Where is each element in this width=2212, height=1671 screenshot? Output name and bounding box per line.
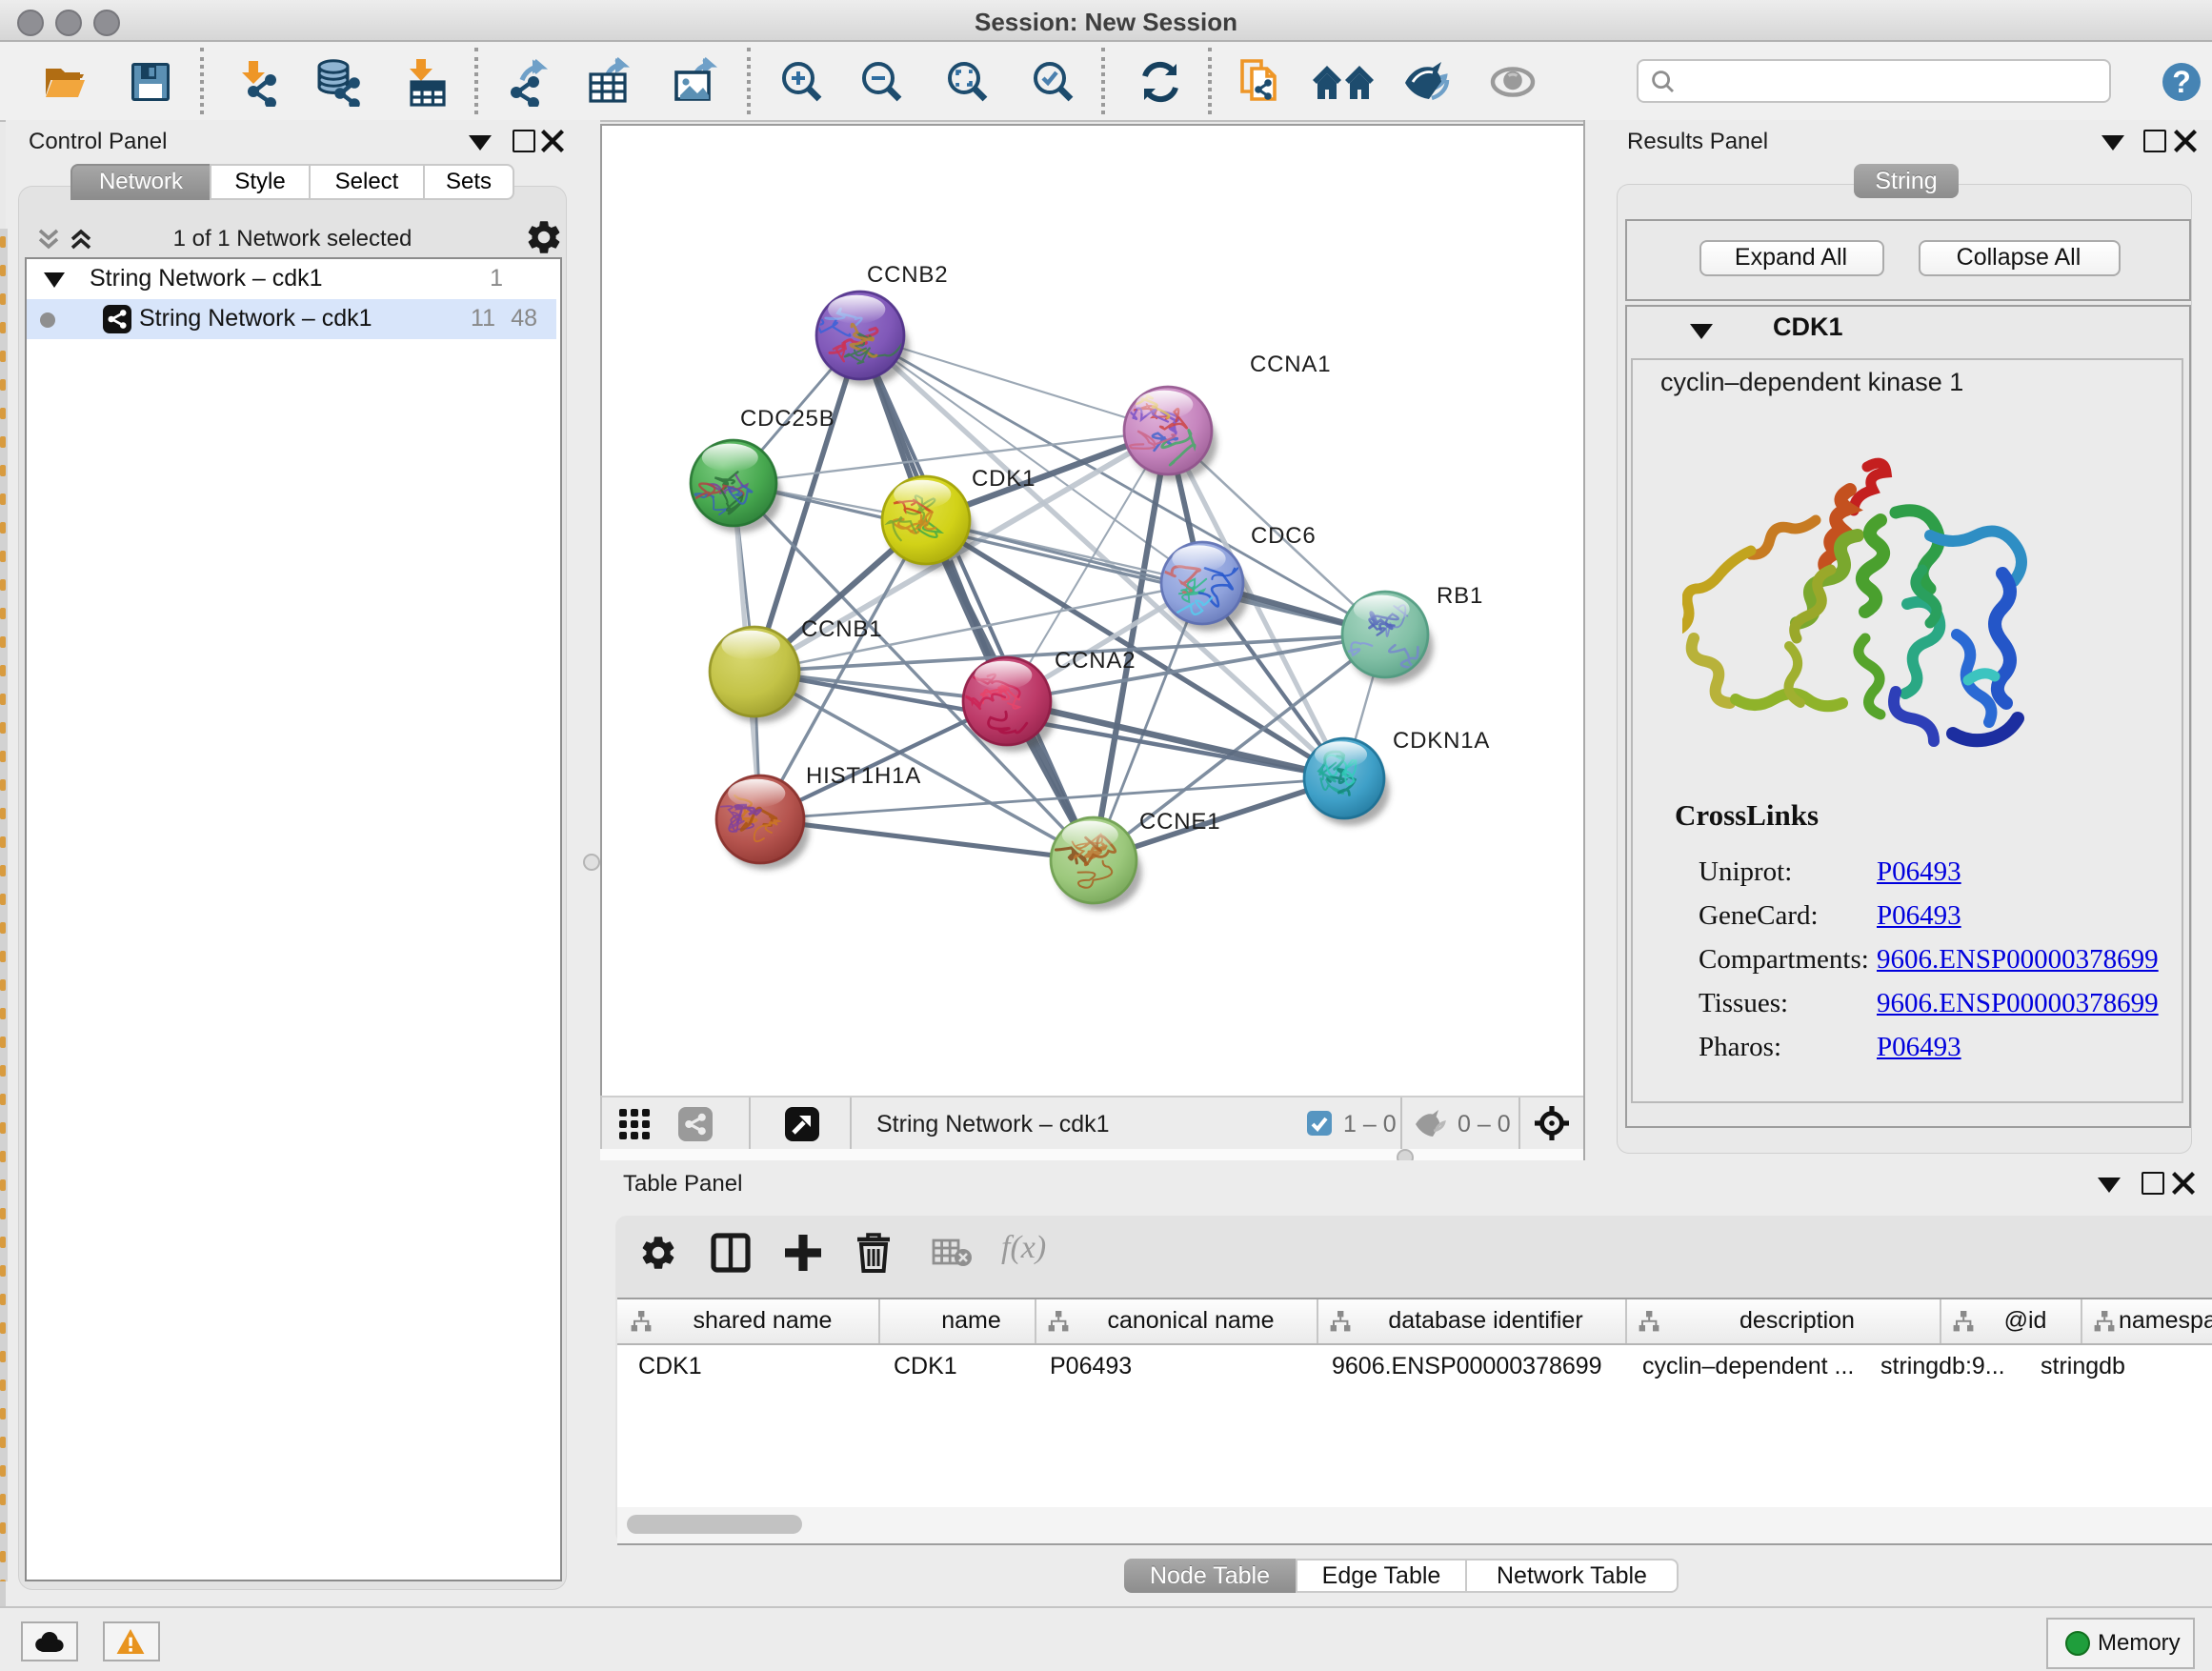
svg-text:HIST1H1A: HIST1H1A bbox=[806, 763, 921, 789]
svg-text:CCNB1: CCNB1 bbox=[801, 616, 882, 642]
svg-text:CCNE1: CCNE1 bbox=[1139, 809, 1220, 835]
svg-text:RB1: RB1 bbox=[1437, 583, 1483, 609]
svg-text:CCNA2: CCNA2 bbox=[1055, 648, 1136, 674]
svg-text:CCNB2: CCNB2 bbox=[867, 262, 948, 288]
svg-text:CDK1: CDK1 bbox=[972, 466, 1036, 492]
svg-text:CDC6: CDC6 bbox=[1251, 523, 1317, 549]
svg-text:CDC25B: CDC25B bbox=[740, 406, 835, 432]
svg-text:CCNA1: CCNA1 bbox=[1250, 352, 1331, 377]
svg-text:?: ? bbox=[2172, 64, 2191, 98]
svg-text:CDKN1A: CDKN1A bbox=[1393, 728, 1490, 754]
